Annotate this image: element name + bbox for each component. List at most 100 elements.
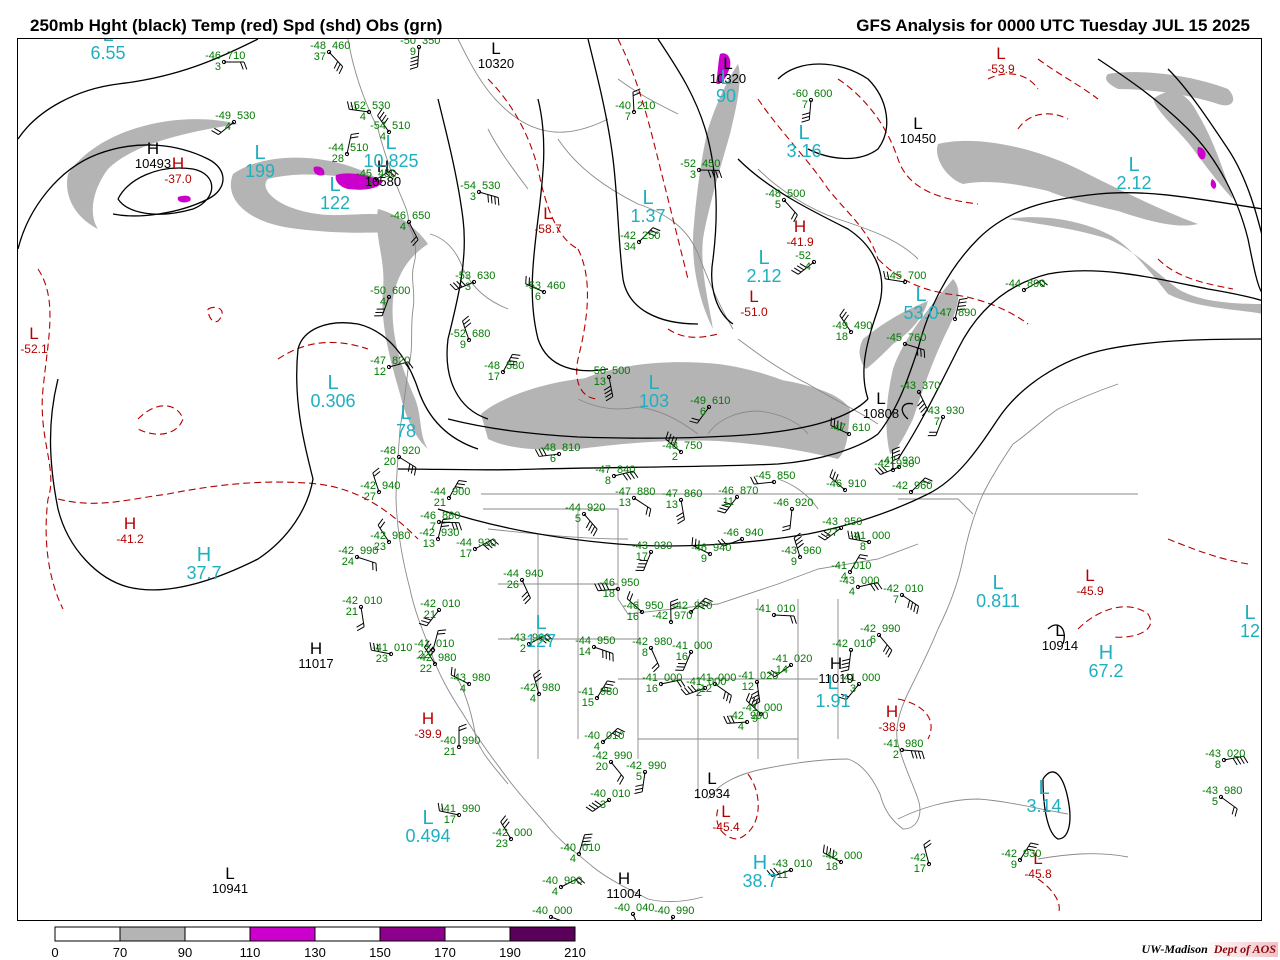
station-height: 510 [392, 120, 410, 132]
wind-barb-flag [1030, 842, 1039, 846]
station-temp: -46 [826, 478, 842, 490]
wind-barb-flag [356, 622, 364, 628]
wind-barb-flag [916, 347, 919, 356]
temperature-contour [1017, 113, 1069, 130]
station-height: 930 [654, 540, 672, 552]
station-height: 010 [854, 638, 872, 650]
station-dewpoint: 23 [376, 653, 388, 665]
center-value: -58.7 [534, 222, 562, 236]
station-dewpoint: 6 [535, 291, 541, 303]
wind-barb-flag [917, 750, 922, 759]
wind-barb-flag [910, 750, 914, 759]
height-contour [997, 338, 1261, 420]
center-letter: H [886, 702, 898, 721]
center-wind: L3.14 [1026, 777, 1061, 816]
station-dewpoint: 17 [636, 551, 648, 563]
center-value: 6.55 [90, 43, 125, 63]
wind-barb [901, 749, 922, 752]
station-temp: -40 [614, 902, 630, 914]
station-dewpoint: 14 [579, 646, 591, 658]
station-height: 010 [582, 842, 600, 854]
wind-barb-flag [607, 680, 616, 683]
station-dewpoint: 21 [444, 746, 456, 758]
station-height: 250 [642, 230, 660, 242]
center-wind: L0.306 [310, 372, 355, 411]
legend-swatch [119, 926, 186, 942]
legend-label: 130 [304, 945, 326, 960]
station-dewpoint: 17 [914, 863, 926, 875]
height-contour [49, 378, 314, 591]
center-value: 0.306 [310, 391, 355, 411]
station-ob: -40 990 [654, 905, 694, 917]
wind-barb [398, 456, 417, 469]
wind-barb-flag [346, 101, 350, 110]
station-temp: -45 [886, 332, 902, 344]
map-canvas: -46 7103-48 46037-50 3509-49 5304-52 5304-54 5… [18, 39, 1261, 920]
wind-barb-flag [502, 818, 508, 826]
wind-barb-flag [243, 61, 248, 70]
center-value: 1.37 [630, 206, 665, 226]
wind-barb [783, 199, 798, 216]
temperature-contour [207, 306, 223, 323]
station-height: 530 [237, 110, 255, 122]
station-height: 920 [587, 502, 605, 514]
station-dewpoint: 4 [738, 721, 744, 733]
wind-barb [848, 649, 852, 670]
wind-barb-flag [782, 528, 791, 532]
station-dewpoint: 5 [1212, 796, 1218, 808]
temperature-contour [487, 78, 579, 250]
height-contour [587, 39, 699, 325]
center-value: -45.4 [712, 820, 740, 834]
wind-barb [478, 191, 499, 198]
station-height: 000 [694, 640, 712, 652]
wind-barb-flag [592, 528, 598, 537]
wind-barb-flag [923, 349, 926, 358]
station-height: 940 [713, 542, 731, 554]
credit-dept: Dept of AOS [1213, 942, 1276, 956]
station-height: 370 [922, 380, 940, 392]
wind-barb-flag [959, 297, 968, 301]
center-wind: L53.0 [903, 284, 938, 323]
temperature-contour [1037, 58, 1099, 100]
station-temp: -46 [773, 497, 789, 509]
station-dewpoint: 18 [836, 331, 848, 343]
center-wind: L1.37 [630, 187, 665, 226]
station-height: 990 [462, 803, 480, 815]
boundary-line [457, 39, 609, 133]
station-height: 010 [436, 638, 454, 650]
station-dewpoint: 3 [470, 191, 476, 203]
temperature-contour [137, 405, 184, 435]
center-value: 12 [1240, 621, 1260, 641]
wind-barb-flag [916, 606, 920, 615]
station-ob: -40 040 [614, 902, 654, 914]
wind-barb-flag [626, 590, 631, 599]
station-height: 010 [777, 603, 795, 615]
station-height: 680 [472, 328, 490, 340]
station-height: 990 [360, 545, 378, 557]
legend-swatch [509, 926, 576, 942]
wind-barb-flag [677, 519, 685, 525]
center-value: 127 [526, 631, 556, 651]
center-wind: L3.16 [786, 122, 821, 161]
wind-barb-flag [524, 597, 531, 605]
wind-barb-flag [847, 530, 850, 539]
wind-barb-flag [796, 265, 805, 271]
wind-barb-flag [594, 583, 599, 591]
station-dewpoint: 21 [346, 606, 358, 618]
legend-label: 210 [564, 945, 586, 960]
station-dewpoint: 27 [364, 491, 376, 503]
wind-barb [808, 99, 812, 120]
temperature-contour [277, 341, 369, 360]
height-contour [437, 98, 489, 420]
legend-label: 170 [434, 945, 456, 960]
station-dewpoint: 9 [460, 339, 466, 351]
wind-barb-flag [351, 132, 360, 135]
wind-barb-flag [336, 63, 341, 72]
wind-barb-flag [887, 650, 893, 658]
station-dewpoint: 11 [777, 869, 788, 881]
station-height: 980 [600, 686, 618, 698]
station-dewpoint: 3 [215, 61, 221, 73]
wind-barb-flag [372, 467, 380, 474]
center-value: 103 [639, 391, 669, 411]
station-height: 010 [853, 560, 871, 572]
